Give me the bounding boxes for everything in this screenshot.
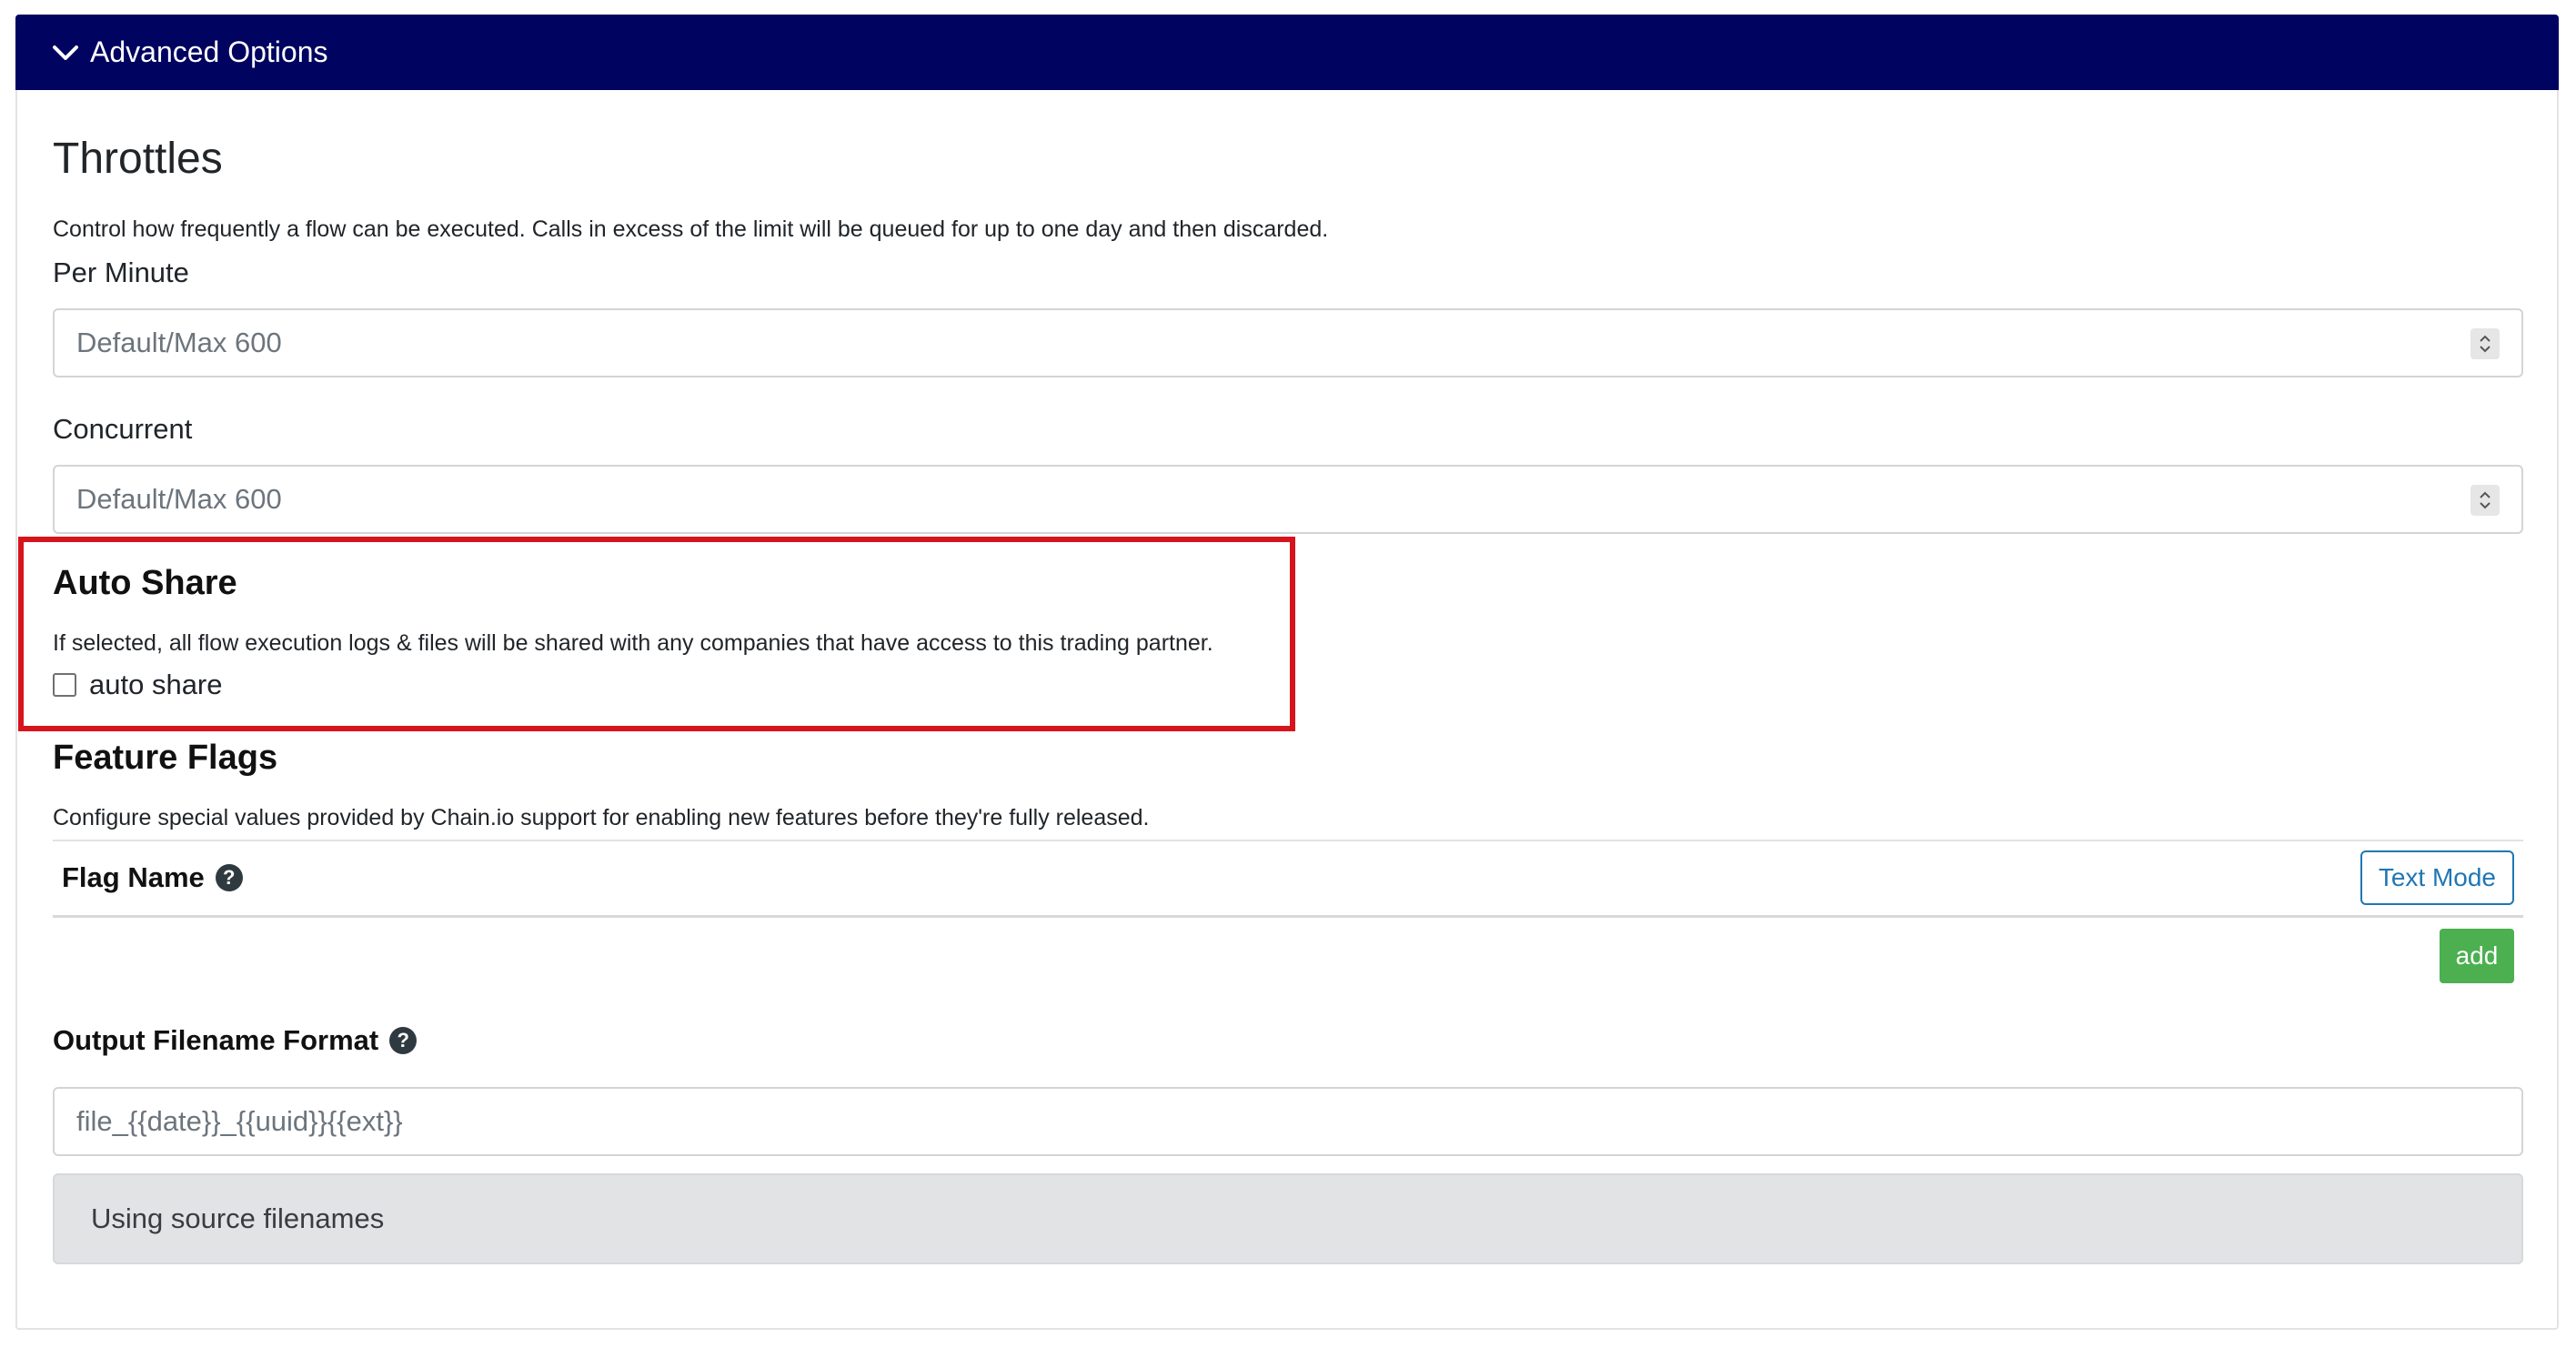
text-mode-button[interactable]: Text Mode [2360, 850, 2514, 905]
output-filename-label-row: Output Filename Format ? [53, 1024, 418, 1057]
concurrent-stepper[interactable] [2470, 485, 2500, 516]
per-minute-input[interactable]: Default/Max 600 [53, 308, 2523, 377]
help-icon[interactable]: ? [389, 1027, 418, 1054]
feature-flags-table-header: Flag Name ? Text Mode [53, 840, 2523, 918]
per-minute-placeholder: Default/Max 600 [76, 327, 282, 358]
add-flag-button[interactable]: add [2440, 929, 2514, 983]
throttles-description: Control how frequently a flow can be exe… [53, 216, 1329, 242]
feature-flags-title: Feature Flags [53, 739, 278, 777]
flag-name-column: Flag Name ? [62, 861, 243, 894]
chevron-down-icon [52, 39, 79, 66]
help-icon[interactable]: ? [215, 864, 243, 891]
throttles-title: Throttles [53, 135, 223, 183]
output-filename-placeholder: file_{{date}}_{{uuid}}{{ext}} [76, 1105, 403, 1137]
concurrent-label: Concurrent [53, 413, 193, 445]
per-minute-label: Per Minute [53, 257, 189, 288]
concurrent-placeholder: Default/Max 600 [76, 483, 282, 515]
per-minute-stepper[interactable] [2470, 328, 2500, 359]
filename-info-box: Using source filenames [53, 1173, 2523, 1264]
concurrent-input[interactable]: Default/Max 600 [53, 465, 2523, 534]
auto-share-highlight [18, 537, 1295, 731]
advanced-options-toggle[interactable]: Advanced Options [15, 15, 2559, 90]
flag-name-header: Flag Name [62, 861, 205, 893]
output-filename-label: Output Filename Format [53, 1024, 379, 1056]
output-filename-input[interactable]: file_{{date}}_{{uuid}}{{ext}} [53, 1087, 2523, 1156]
panel-title: Advanced Options [90, 35, 328, 68]
feature-flags-description: Configure special values provided by Cha… [53, 805, 1150, 830]
